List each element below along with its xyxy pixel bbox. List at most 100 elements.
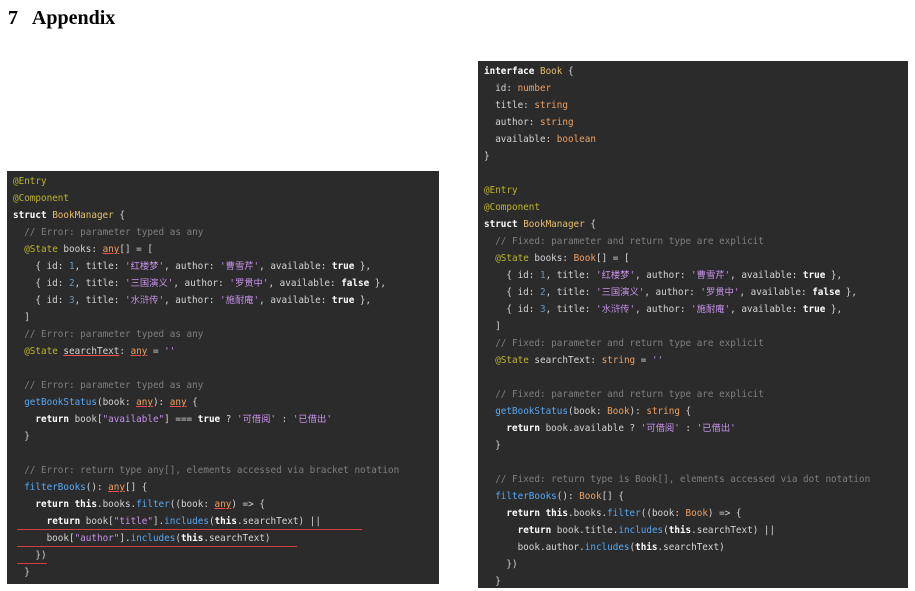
code-token: interface bbox=[484, 66, 540, 77]
code-token: books: bbox=[534, 253, 574, 264]
code-token: : bbox=[276, 414, 293, 425]
code-line: @Entry bbox=[478, 182, 908, 199]
code-token: // Error: parameter typed as any bbox=[24, 227, 204, 238]
code-token: (): bbox=[85, 482, 109, 493]
code-line: @State books: any[] = [ bbox=[7, 241, 439, 258]
code-token: any bbox=[214, 499, 232, 510]
code-line: ] bbox=[7, 309, 439, 326]
code-line: book.author.includes(this.searchText) bbox=[478, 539, 908, 556]
code-line: author: string bbox=[478, 114, 908, 131]
code-token: } bbox=[484, 440, 501, 451]
code-line: interface Book { bbox=[478, 63, 908, 80]
code-token: BookManager bbox=[52, 210, 114, 221]
code-token: Book bbox=[539, 66, 563, 77]
code-token: }) bbox=[484, 559, 518, 570]
code-token: }, bbox=[840, 287, 857, 298]
code-line: available: boolean bbox=[478, 131, 908, 148]
code-token: // Fixed: parameter and return type are … bbox=[495, 389, 764, 400]
code-token: '已借出' bbox=[696, 423, 736, 434]
code-line: @Component bbox=[478, 199, 908, 216]
error-underline bbox=[17, 563, 47, 564]
code-token: { bbox=[186, 397, 198, 408]
code-line: // Fixed: parameter and return type are … bbox=[478, 233, 908, 250]
code-token: number bbox=[517, 83, 552, 94]
code-token: , available: bbox=[268, 278, 342, 289]
code-token: searchText bbox=[63, 346, 120, 357]
code-token: }) bbox=[13, 550, 47, 561]
code-token: { id: bbox=[13, 295, 69, 306]
code-token: ] === bbox=[164, 414, 198, 425]
code-token: return bbox=[506, 423, 546, 434]
code-token: any bbox=[102, 244, 120, 255]
code-token: = bbox=[147, 346, 165, 357]
code-token: @State bbox=[495, 253, 535, 264]
code-token: return bbox=[35, 499, 75, 510]
code-token: // Error: return type any[], elements ac… bbox=[24, 465, 400, 476]
code-line: return book["title"].includes(this.searc… bbox=[7, 513, 439, 530]
code-token: { id: bbox=[484, 304, 540, 315]
code-token: '水浒传' bbox=[595, 304, 636, 315]
code-token: .searchText) bbox=[203, 533, 271, 544]
code-token: this bbox=[668, 525, 692, 536]
code-line: @Entry bbox=[7, 173, 439, 190]
code-token: includes bbox=[618, 525, 664, 536]
code-token: ? bbox=[220, 414, 237, 425]
code-token: .books. bbox=[567, 508, 608, 519]
code-token: , author: bbox=[164, 295, 221, 306]
code-token: struct bbox=[13, 210, 53, 221]
code-token: (): bbox=[556, 491, 580, 502]
code-token: .books. bbox=[96, 499, 137, 510]
code-token: "available" bbox=[102, 414, 165, 425]
code-token: filter bbox=[607, 508, 641, 519]
code-line: id: number bbox=[478, 80, 908, 97]
code-token: ): bbox=[152, 397, 170, 408]
code-token: // Error: parameter typed as any bbox=[24, 329, 204, 340]
code-token: true bbox=[197, 414, 221, 425]
code-line: }) bbox=[478, 556, 908, 573]
code-token: @State bbox=[24, 244, 64, 255]
code-token: , author: bbox=[164, 261, 221, 272]
code-token: Book bbox=[685, 508, 708, 519]
code-token: , title: bbox=[74, 295, 125, 306]
code-token: '三国演义' bbox=[124, 278, 174, 289]
code-token: [] { bbox=[601, 491, 624, 502]
code-line: // Fixed: parameter and return type are … bbox=[478, 335, 908, 352]
code-line: // Fixed: parameter and return type are … bbox=[478, 386, 908, 403]
code-line: return this.books.filter((book: any) => … bbox=[7, 496, 439, 513]
code-token: title: bbox=[484, 100, 535, 111]
code-token: any bbox=[108, 482, 125, 493]
code-token: filter bbox=[136, 499, 170, 510]
code-token: BookManager bbox=[523, 219, 585, 230]
code-token: author: bbox=[484, 117, 540, 128]
code-line: struct BookManager { bbox=[478, 216, 908, 233]
code-panel-after: interface Book { id: number title: strin… bbox=[478, 61, 908, 588]
code-token: , author: bbox=[173, 278, 230, 289]
code-token: @Component bbox=[484, 202, 540, 213]
code-token: '已借出' bbox=[292, 414, 332, 425]
code-token: book[ bbox=[74, 414, 103, 425]
code-token: Book bbox=[579, 491, 602, 502]
code-token: string bbox=[646, 406, 680, 417]
code-line: { id: 2, title: '三国演义', author: '罗贯中', a… bbox=[7, 275, 439, 292]
code-line: return book["available"] === true ? '可借阅… bbox=[7, 411, 439, 428]
code-token: book.author. bbox=[484, 542, 585, 553]
code-token: filterBooks bbox=[495, 491, 557, 502]
code-token: : bbox=[119, 346, 131, 357]
code-token: , available: bbox=[730, 304, 803, 315]
code-token: any bbox=[130, 346, 148, 357]
code-token: [] = [ bbox=[119, 244, 153, 255]
code-token: available: bbox=[484, 134, 557, 145]
code-token: string bbox=[539, 117, 574, 128]
code-token: }, bbox=[825, 270, 843, 281]
